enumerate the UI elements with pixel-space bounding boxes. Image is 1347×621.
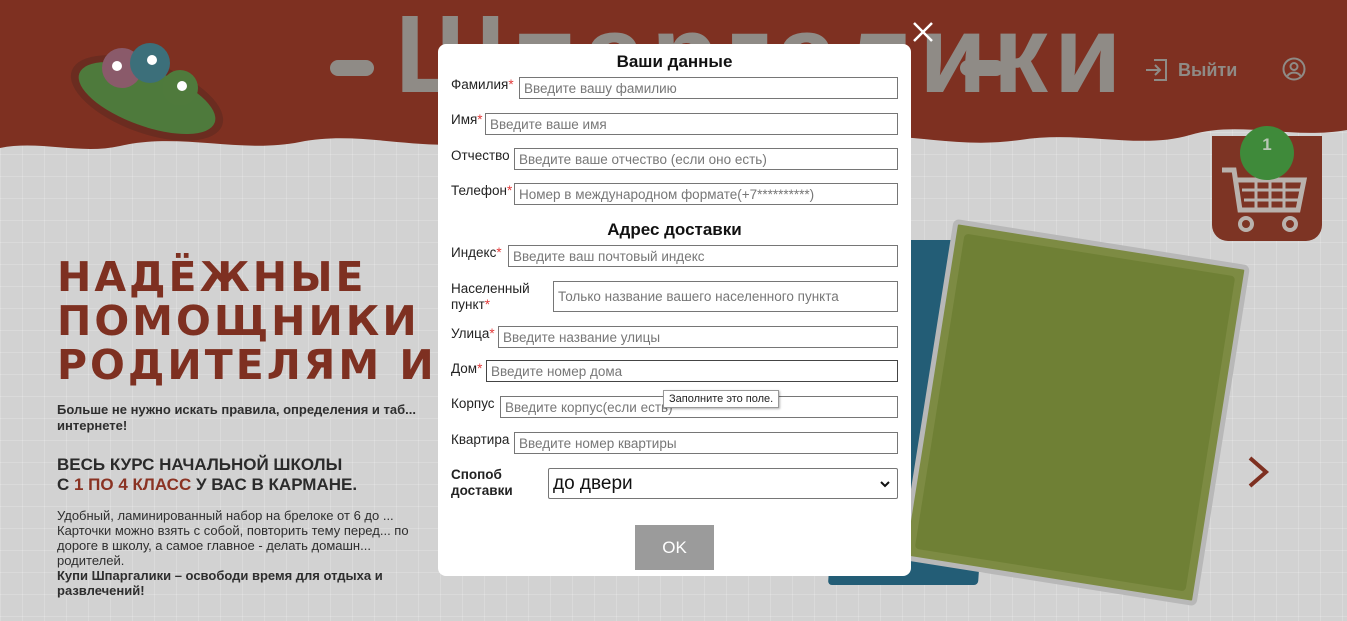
section-title-personal: Ваши данные: [616, 52, 733, 71]
street-label-text: Улица: [451, 326, 490, 341]
street-input[interactable]: [498, 326, 898, 348]
required-star: *: [477, 112, 483, 127]
phone-label: Телефон*: [451, 183, 512, 199]
delivery-method-select[interactable]: до двери: [548, 468, 898, 499]
delivery-method-value: до двери: [553, 473, 633, 494]
index-label-text: Индекс: [451, 245, 497, 260]
street-label: Улица*: [451, 326, 495, 342]
first-name-label: Имя*: [451, 112, 483, 128]
patronymic-input[interactable]: [514, 148, 898, 170]
city-label-line2: пункт: [451, 297, 485, 312]
last-name-label-text: Фамилия: [451, 77, 509, 92]
delivery-label-line2: доставки: [451, 483, 513, 498]
house-input[interactable]: [486, 360, 898, 382]
apartment-label-text: Квартира: [451, 432, 510, 447]
required-star: *: [507, 183, 513, 198]
index-label: Индекс*: [451, 245, 502, 261]
city-label: Населенный пункт*: [451, 281, 530, 313]
building-label: Корпус: [451, 396, 495, 412]
required-star: *: [489, 326, 495, 341]
postal-index-input[interactable]: [508, 245, 898, 267]
first-name-input[interactable]: [485, 113, 898, 135]
apartment-input[interactable]: [514, 432, 898, 454]
required-star: *: [508, 77, 514, 92]
required-star: *: [496, 245, 502, 260]
last-name-label: Фамилия*: [451, 77, 514, 93]
phone-input[interactable]: [514, 183, 898, 205]
last-name-input[interactable]: [519, 77, 898, 99]
close-icon[interactable]: [910, 19, 936, 45]
chevron-down-icon: [880, 481, 890, 488]
house-label-text: Дом: [451, 361, 478, 376]
city-label-line1: Населенный: [451, 281, 530, 296]
apartment-label: Квартира: [451, 432, 509, 448]
phone-label-text: Телефон: [451, 183, 508, 198]
first-name-label-text: Имя: [451, 112, 478, 127]
ok-button[interactable]: OK: [635, 525, 714, 570]
delivery-label-line1: Спопоб: [451, 467, 502, 482]
city-input[interactable]: [553, 281, 898, 312]
validation-tooltip: Заполните это поле.: [663, 390, 780, 408]
house-label: Дом*: [451, 361, 482, 377]
delivery-method-label: Спопоб доставки: [451, 467, 513, 499]
section-title-delivery: Адрес доставки: [607, 220, 742, 239]
required-star: *: [484, 297, 491, 312]
patronymic-label: Отчество: [451, 148, 510, 164]
patronymic-label-text: Отчество: [451, 148, 510, 163]
order-form-modal: Ваши данные Фамилия* Имя* Отчество Телеф…: [438, 44, 911, 576]
building-label-text: Корпус: [451, 396, 495, 411]
required-star: *: [477, 361, 483, 376]
